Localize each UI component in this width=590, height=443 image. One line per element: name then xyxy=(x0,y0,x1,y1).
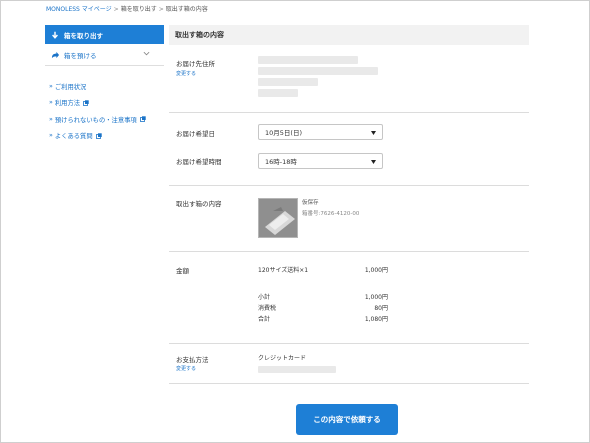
sidebar-link-label: よくある質問 xyxy=(54,133,93,141)
breadcrumb-home-link[interactable]: MONOLESS マイページ xyxy=(46,6,112,13)
breadcrumb-step[interactable]: 箱を取り出す xyxy=(121,6,157,13)
sidebar-link-label: ご利用状況 xyxy=(54,83,87,91)
delivery-section: お届け希望日 10月5日(日) お届け希望時間 16時-18時 xyxy=(169,113,529,186)
sidebar-link-label: 預けられないもの・注意事項 xyxy=(54,116,137,124)
change-payment-link[interactable]: 変更する xyxy=(176,365,196,372)
sidebar: 箱を取り出す 箱を預ける » ご利用状況 » 利用方法 » 預けられないもの・注… xyxy=(45,25,164,144)
box-contents-section: 取出す箱の内容 仮保存 箱番号:7626-4120-00 xyxy=(169,186,529,252)
sidebar-item-retrieve-box[interactable]: 箱を取り出す xyxy=(45,25,164,44)
address-label: お届け先住所 xyxy=(176,60,215,68)
delivery-time-select[interactable]: 16時-18時 xyxy=(258,153,383,169)
tax-label: 消費税 xyxy=(258,305,277,312)
breadcrumb-current: 取出す箱の内容 xyxy=(165,6,208,13)
sidebar-link-usage-status[interactable]: » ご利用状況 xyxy=(45,78,164,95)
total-value: 1,080円 xyxy=(364,316,388,323)
breadcrumb-separator: > xyxy=(113,6,119,13)
line-item-label: 120サイズ送料×1 xyxy=(258,267,309,274)
payment-label: お支払方法 xyxy=(176,356,209,364)
external-link-icon xyxy=(95,133,102,139)
amount-label: 金額 xyxy=(176,267,189,275)
sidebar-item-label: 箱を預ける xyxy=(64,51,97,60)
address-section: お届け先住所 変更する xyxy=(169,45,529,113)
box-number: 箱番号:7626-4120-00 xyxy=(302,211,360,217)
bullet-icon: » xyxy=(49,132,53,140)
chevron-down-icon[interactable] xyxy=(143,51,150,56)
sidebar-link-how-to-use[interactable]: » 利用方法 xyxy=(45,95,164,112)
sidebar-link-restrictions[interactable]: » 預けられないもの・注意事項 xyxy=(45,111,164,128)
bullet-icon: » xyxy=(49,82,53,90)
payment-method: クレジットカード xyxy=(258,355,307,362)
box-item-name: 仮保存 xyxy=(302,200,319,206)
forward-arrow-icon xyxy=(51,51,60,58)
dropdown-caret-icon xyxy=(371,160,376,164)
box-photo-thumbnail[interactable] xyxy=(258,198,298,238)
sidebar-item-deposit-box[interactable]: 箱を預ける xyxy=(45,44,164,66)
sidebar-link-faq[interactable]: » よくある質問 xyxy=(45,128,164,145)
line-item-value: 1,000円 xyxy=(364,267,388,274)
redacted-address-line xyxy=(258,78,318,86)
page-title: 取出す箱の内容 xyxy=(169,25,529,45)
tax-value: 80円 xyxy=(374,305,388,312)
amount-section: 金額 120サイズ送料×1 1,000円 小計 1,000円 消費税 80円 合… xyxy=(169,252,529,344)
arrow-down-icon xyxy=(52,31,58,39)
sidebar-links: » ご利用状況 » 利用方法 » 預けられないもの・注意事項 » よくある質問 xyxy=(45,78,164,144)
external-link-icon xyxy=(139,116,146,123)
sidebar-link-label: 利用方法 xyxy=(54,100,81,108)
change-address-link[interactable]: 変更する xyxy=(176,70,196,77)
submit-request-button[interactable]: この内容で依頼する xyxy=(296,404,398,435)
delivery-date-select[interactable]: 10月5日(日) xyxy=(258,124,383,140)
payment-section: お支払方法 変更する クレジットカード xyxy=(169,344,529,384)
breadcrumb: MONOLESS マイページ > 箱を取り出す > 取出す箱の内容 xyxy=(46,4,208,13)
order-confirmation-panel: 取出す箱の内容 お届け先住所 変更する お届け希望日 10月5日(日) お届け希… xyxy=(169,25,529,384)
delivery-time-value: 16時-18時 xyxy=(265,158,297,166)
delivery-date-label: お届け希望日 xyxy=(176,130,215,138)
bullet-icon: » xyxy=(49,115,53,123)
bullet-icon: » xyxy=(49,99,53,107)
sidebar-item-label: 箱を取り出す xyxy=(64,31,103,40)
external-link-icon xyxy=(83,100,89,106)
total-label: 合計 xyxy=(258,316,271,323)
redacted-address-line xyxy=(258,89,298,97)
subtotal-value: 1,000円 xyxy=(364,294,388,301)
redacted-address-line xyxy=(258,56,358,64)
redacted-card-number xyxy=(258,366,336,373)
redacted-address-line xyxy=(258,67,378,75)
dropdown-caret-icon xyxy=(371,131,376,135)
subtotal-label: 小計 xyxy=(258,294,271,301)
box-contents-label: 取出す箱の内容 xyxy=(176,200,222,208)
box-photo-image xyxy=(259,199,297,237)
breadcrumb-separator: > xyxy=(158,6,164,13)
delivery-date-value: 10月5日(日) xyxy=(265,129,302,137)
delivery-time-label: お届け希望時間 xyxy=(176,158,222,166)
